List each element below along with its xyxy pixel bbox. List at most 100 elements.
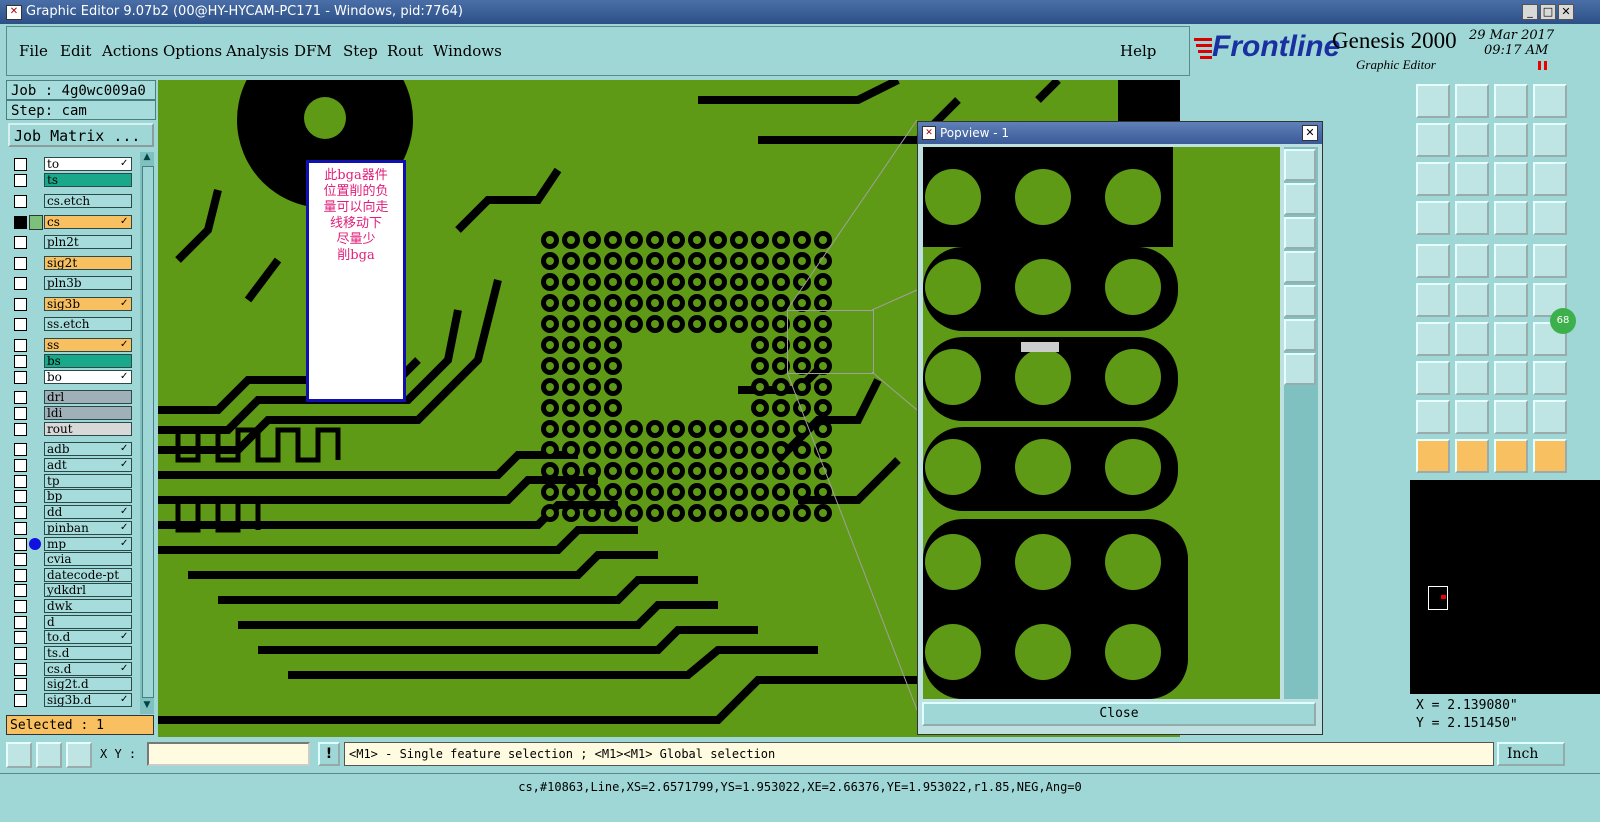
layer-row-d[interactable]: d — [8, 615, 140, 630]
layer-name[interactable]: drl — [44, 390, 132, 404]
arrow-icon[interactable] — [1494, 283, 1528, 317]
job-matrix-button[interactable]: Job Matrix ... — [8, 123, 154, 147]
ruler-icon[interactable] — [1494, 244, 1528, 278]
layer-name[interactable]: ts.d — [44, 646, 132, 660]
triangle-icon[interactable] — [1416, 400, 1450, 434]
menu-file[interactable]: File — [19, 42, 48, 60]
layer-row-ss[interactable]: ss ✓ — [8, 338, 140, 353]
menu-rout[interactable]: Rout — [387, 42, 423, 60]
layer-name[interactable]: tp — [44, 474, 132, 488]
connect-icon[interactable] — [1416, 283, 1450, 317]
layer-row-ss-etch[interactable]: ss.etch — [8, 317, 140, 332]
snap-icon[interactable] — [1533, 201, 1567, 235]
layer-name[interactable]: ldi — [44, 406, 132, 420]
window-icon[interactable] — [1533, 84, 1567, 118]
layer-row-ldi[interactable]: ldi — [8, 406, 140, 421]
layer-checkbox[interactable] — [14, 694, 27, 707]
layer-name[interactable]: cvia — [44, 552, 132, 566]
layer-name[interactable]: rout — [44, 422, 132, 436]
add-pad-icon[interactable] — [1416, 244, 1450, 278]
layer-checkbox[interactable] — [14, 174, 27, 187]
layer-checkbox[interactable] — [14, 216, 27, 229]
layer-checkbox[interactable] — [14, 538, 27, 551]
pan-icon[interactable] — [1494, 123, 1528, 157]
layer-row-sig2t[interactable]: sig2t — [8, 256, 140, 271]
layer-name[interactable]: datecode-pt — [44, 568, 132, 582]
layer-checkbox[interactable] — [14, 522, 27, 535]
popview-fit-icon[interactable] — [1284, 319, 1316, 351]
menu-actions[interactable]: Actions — [102, 42, 158, 60]
layer-checkbox[interactable] — [14, 407, 27, 420]
layer-name[interactable]: adt — [44, 458, 132, 472]
menu-windows[interactable]: Windows — [433, 42, 502, 60]
layer-name[interactable]: ss.etch — [44, 317, 132, 331]
layer-name[interactable]: cs — [44, 215, 132, 229]
layer-row-bp[interactable]: bp — [8, 489, 140, 504]
filter-icon[interactable] — [1494, 201, 1528, 235]
layer-row-cs[interactable]: cs ✓ — [8, 215, 140, 230]
route-icon[interactable] — [1533, 123, 1567, 157]
select-move-icon[interactable] — [1533, 439, 1567, 473]
layer-checkbox[interactable] — [14, 569, 27, 582]
layer-checkbox[interactable] — [14, 195, 27, 208]
layer-name[interactable]: dd — [44, 505, 132, 519]
add-line-icon[interactable] — [1455, 244, 1489, 278]
layer-row-drl[interactable]: drl — [8, 390, 140, 405]
layer-name[interactable]: bs — [44, 354, 132, 368]
layer-row-ydkdrl[interactable]: ydkdrl — [8, 583, 140, 598]
alert-icon[interactable]: ! — [318, 742, 340, 766]
layer-checkbox[interactable] — [14, 443, 27, 456]
layer-checkbox[interactable] — [14, 663, 27, 676]
popview-close-icon[interactable]: ✕ — [1302, 125, 1318, 141]
layer-name[interactable]: sig2t.d — [44, 677, 132, 691]
layer-name[interactable]: pln3b — [44, 276, 132, 290]
layer-name[interactable]: pln2t — [44, 235, 132, 249]
popview-layer-down-icon[interactable] — [1284, 217, 1316, 249]
minus-icon[interactable] — [1455, 361, 1489, 395]
layer-checkbox[interactable] — [14, 506, 27, 519]
maximize-button[interactable]: □ — [1540, 4, 1556, 20]
layer-checkbox[interactable] — [14, 277, 27, 290]
minimize-button[interactable]: _ — [1522, 4, 1538, 20]
angle-icon[interactable] — [36, 742, 62, 768]
menu-dfm[interactable]: DFM — [294, 42, 332, 60]
layer-down-icon[interactable] — [1455, 84, 1489, 118]
layer-checkbox[interactable] — [14, 318, 27, 331]
draw-line-icon[interactable] — [6, 742, 32, 768]
scroll-up-icon[interactable]: ▲ — [141, 152, 153, 164]
layer-name[interactable]: bo — [44, 370, 132, 384]
layer-name[interactable]: sig3b — [44, 297, 132, 311]
layer-checkbox[interactable] — [14, 475, 27, 488]
layer-row-sig2t-d[interactable]: sig2t.d — [8, 677, 140, 692]
home-icon[interactable] — [1494, 84, 1528, 118]
layer-row-sig3b-d[interactable]: sig3b.d ✓ — [8, 693, 140, 708]
layer-name[interactable]: mp — [44, 537, 132, 551]
popview-layer-up-icon[interactable] — [1284, 183, 1316, 215]
layer-row-tp[interactable]: tp — [8, 474, 140, 489]
layer-row-mp[interactable]: mp ✓ — [8, 537, 140, 552]
fit-icon[interactable] — [1416, 162, 1450, 196]
attr-icon[interactable] — [1416, 361, 1450, 395]
select-box-icon[interactable] — [1455, 439, 1489, 473]
popview-close-button[interactable]: Close — [922, 702, 1316, 726]
triangle-a-icon[interactable] — [1494, 400, 1528, 434]
pen-icon[interactable] — [1455, 322, 1489, 356]
layer-checkbox[interactable] — [14, 257, 27, 270]
layer-checkbox[interactable] — [14, 553, 27, 566]
close-window-button[interactable]: ✕ — [1558, 4, 1574, 20]
layer-checkbox[interactable] — [14, 371, 27, 384]
popview-title-bar[interactable]: ✕ Popview - 1 ✕ — [918, 122, 1322, 144]
triangle-up-icon[interactable] — [1455, 400, 1489, 434]
layer-checkbox[interactable] — [14, 647, 27, 660]
layer-row-cs-d[interactable]: cs.d ✓ — [8, 662, 140, 677]
layer-checkbox[interactable] — [14, 423, 27, 436]
layer-row-rout[interactable]: rout — [8, 422, 140, 437]
layer-row-cs-etch[interactable]: cs.etch — [8, 194, 140, 209]
layer-row-datecode-pt[interactable]: datecode-pt — [8, 568, 140, 583]
layer-row-dwk[interactable]: dwk — [8, 599, 140, 614]
xy-input[interactable] — [147, 742, 310, 766]
unit-select[interactable]: Inch — [1497, 742, 1565, 766]
layer-checkbox[interactable] — [14, 678, 27, 691]
layer-row-cvia[interactable]: cvia — [8, 552, 140, 567]
popview-step-in-icon[interactable] — [1284, 251, 1316, 283]
